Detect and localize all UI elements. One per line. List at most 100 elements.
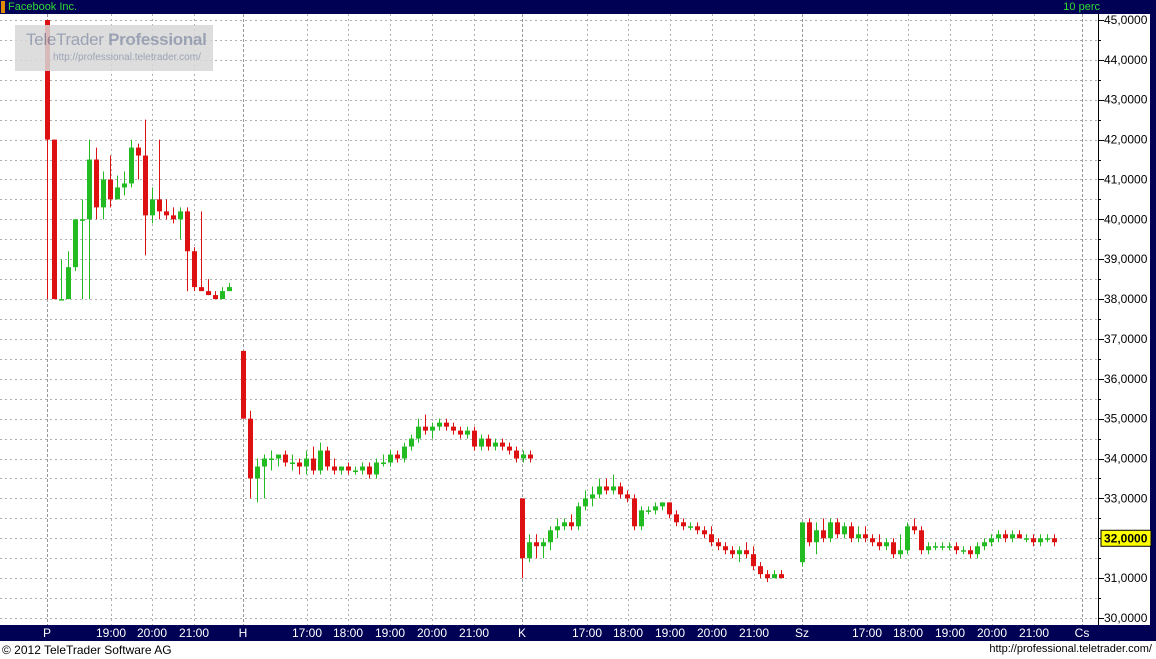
candle-up (269, 458, 274, 461)
footer-url: http://professional.teletrader.com/ (989, 643, 1152, 655)
candle-up (1045, 538, 1050, 540)
candlestick-chart[interactable]: 30,0000 31,0000 33,0000 34,0000 35,0000 36,00… (0, 14, 1156, 625)
candle-up (555, 526, 560, 531)
x-tick-label: P (43, 626, 51, 640)
candle-up (1038, 538, 1043, 543)
y-tick-label: 35,0000 (1104, 412, 1148, 426)
candle-down (297, 462, 302, 467)
y-tick-label: 41,0000 (1104, 172, 1148, 186)
candle-down (248, 418, 253, 479)
time-axis-bar: P 19:00 20:00 21:00 H 17:00 18:00 19:00 20:00 21:… (0, 625, 1156, 641)
candle-down (674, 514, 679, 523)
candle-down (192, 251, 197, 288)
candle-down (891, 542, 896, 555)
candle-down (199, 287, 204, 292)
chart-title-bar: Facebook Inc. 10 perc (0, 0, 1156, 14)
candle-up (465, 430, 470, 435)
candle-up (800, 522, 805, 563)
candle-down (507, 446, 512, 451)
candle-down (311, 458, 316, 471)
candle-down (870, 538, 875, 543)
watermark-brand-bold: Professional (108, 30, 207, 49)
candle-up (430, 426, 435, 431)
candle-down (849, 526, 854, 539)
candle-up (129, 147, 134, 184)
x-tick-label: 19:00 (96, 626, 126, 640)
candle-up (227, 287, 232, 292)
candle-up (989, 538, 994, 543)
x-tick-label: 17:00 (292, 626, 322, 640)
candle-up (276, 454, 281, 459)
candle-up (884, 542, 889, 547)
y-tick-label: 34,0000 (1104, 452, 1148, 466)
candle-down (835, 522, 840, 535)
candle-up (290, 462, 295, 465)
y-tick-label: 31,0000 (1104, 571, 1148, 585)
candle-up (381, 462, 386, 465)
x-tick-label: 21:00 (739, 626, 769, 640)
candle-down (779, 574, 784, 579)
candle-up (437, 422, 442, 427)
candle-up (611, 486, 616, 491)
candle-down (171, 215, 176, 220)
candle-down (157, 199, 162, 212)
candle-up (639, 510, 644, 527)
candle-up (828, 522, 833, 539)
candle-up (374, 462, 379, 475)
y-tick-label: 42,0000 (1104, 133, 1148, 147)
candle-up (360, 466, 365, 471)
candle-up (562, 522, 567, 527)
x-tick-label: 20:00 (137, 626, 167, 640)
candle-up (527, 542, 532, 559)
candle-down (164, 211, 169, 216)
candle-down (472, 430, 477, 447)
candle-up (975, 546, 980, 555)
candle-down (241, 350, 246, 419)
x-tick-label: Sz (795, 626, 809, 640)
candle-down (681, 522, 686, 527)
candle-up (541, 542, 546, 547)
candle-down (1017, 534, 1022, 539)
candle-down (730, 550, 735, 555)
candle-down (458, 430, 463, 435)
candle-up (150, 199, 155, 216)
candle-down (1031, 538, 1036, 543)
candle-up (318, 450, 323, 471)
candle-up (80, 219, 85, 221)
candle-down (765, 574, 770, 579)
candle-up (940, 546, 945, 548)
x-tick-label: 19:00 (375, 626, 405, 640)
candle-down (954, 546, 959, 551)
candle-up (898, 550, 903, 555)
candle-up (115, 187, 120, 200)
candle-up (402, 446, 407, 459)
candle-down (569, 522, 574, 527)
candle-down (444, 422, 449, 427)
candle-up (576, 506, 581, 527)
x-tick-label: 20:00 (697, 626, 727, 640)
candle-up (548, 530, 553, 543)
candle-down (213, 295, 218, 300)
x-tick-label: 18:00 (333, 626, 363, 640)
candle-up (982, 542, 987, 547)
last-price-label: 32,0000 (1104, 531, 1148, 545)
candle-down (520, 498, 525, 559)
candle-up (926, 546, 931, 551)
x-tick-label: K (518, 626, 526, 640)
candle-down (912, 526, 917, 531)
candle-down (863, 534, 868, 539)
chart-title: Facebook Inc. (8, 1, 78, 13)
candle-down (632, 498, 637, 527)
x-tick-label: 19:00 (655, 626, 685, 640)
candle-up (660, 502, 665, 507)
candle-up (87, 159, 92, 220)
y-tick-label: 37,0000 (1104, 332, 1148, 346)
y-tick-label: 43,0000 (1104, 93, 1148, 107)
y-tick-label: 44,0000 (1104, 53, 1148, 67)
candle-up (73, 219, 78, 268)
candle-up (479, 438, 484, 447)
watermark-logo: TeleTrader Professional http://professio… (15, 25, 213, 71)
candle-up (842, 526, 847, 535)
candle-up (304, 458, 309, 467)
candle-up (590, 494, 595, 499)
